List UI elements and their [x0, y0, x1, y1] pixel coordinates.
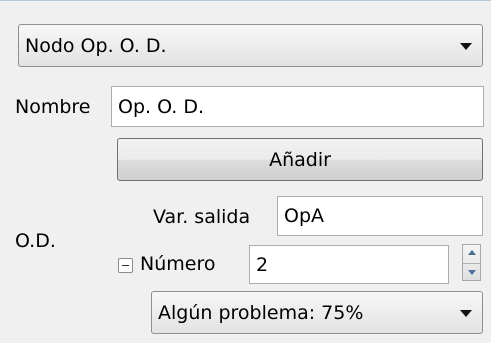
- collapse-icon[interactable]: [118, 258, 133, 273]
- add-button-label: Añadir: [269, 148, 331, 171]
- output-var-value: OpA: [284, 205, 325, 227]
- panel-top-border: [0, 0, 491, 1]
- number-label: Número: [140, 253, 216, 275]
- node-type-select[interactable]: Nodo Op. O. D.: [18, 24, 483, 67]
- problem-select-value: Algún problema: 75%: [158, 301, 364, 324]
- chevron-down-icon: [460, 309, 472, 317]
- number-value: 2: [256, 253, 269, 276]
- od-label: O.D.: [15, 230, 56, 252]
- problem-select[interactable]: Algún problema: 75%: [151, 291, 483, 334]
- name-input[interactable]: Op. O. D.: [111, 86, 484, 127]
- name-label: Nombre: [15, 96, 91, 118]
- name-input-value: Op. O. D.: [118, 95, 205, 118]
- add-button[interactable]: Añadir: [117, 138, 483, 181]
- spin-up-icon[interactable]: [468, 250, 476, 255]
- spin-down-icon[interactable]: [468, 270, 476, 275]
- number-input[interactable]: 2: [249, 245, 449, 284]
- node-type-select-value: Nodo Op. O. D.: [25, 34, 167, 57]
- output-var-input[interactable]: OpA: [277, 196, 483, 236]
- number-spinner[interactable]: [462, 244, 481, 281]
- output-var-label: Var. salida: [153, 206, 251, 228]
- chevron-down-icon: [460, 42, 472, 50]
- spinner-divider: [463, 262, 480, 264]
